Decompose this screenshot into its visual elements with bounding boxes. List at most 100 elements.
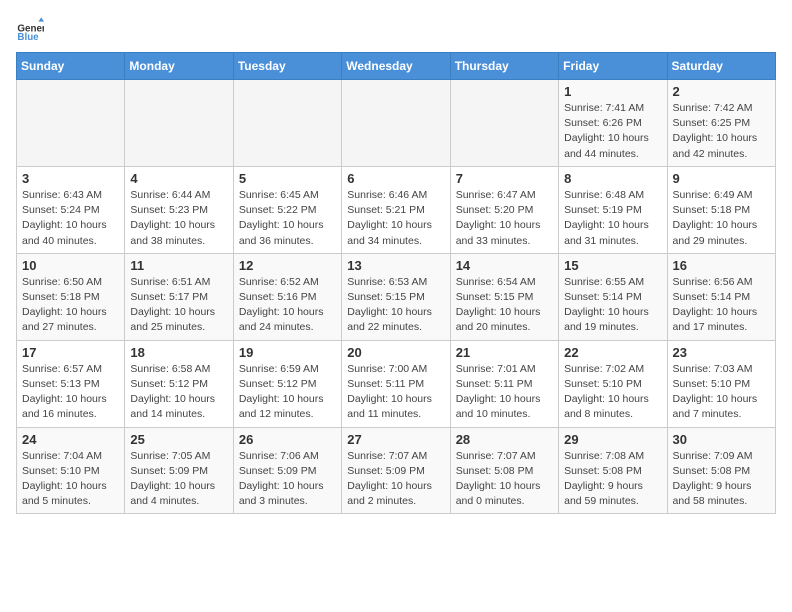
day-number: 3	[22, 171, 119, 186]
day-detail: Sunrise: 6:52 AM Sunset: 5:16 PM Dayligh…	[239, 275, 336, 336]
day-detail: Sunrise: 6:44 AM Sunset: 5:23 PM Dayligh…	[130, 188, 227, 249]
calendar-cell: 27 Sunrise: 7:07 AM Sunset: 5:09 PM Dayli…	[342, 427, 450, 514]
calendar-cell: 20 Sunrise: 7:00 AM Sunset: 5:11 PM Dayli…	[342, 340, 450, 427]
day-detail: Sunrise: 6:43 AM Sunset: 5:24 PM Dayligh…	[22, 188, 119, 249]
day-detail: Sunrise: 6:45 AM Sunset: 5:22 PM Dayligh…	[239, 188, 336, 249]
calendar-cell: 3 Sunrise: 6:43 AM Sunset: 5:24 PM Daylig…	[17, 166, 125, 253]
day-number: 15	[564, 258, 661, 273]
calendar-cell: 26 Sunrise: 7:06 AM Sunset: 5:09 PM Dayli…	[233, 427, 341, 514]
day-detail: Sunrise: 6:48 AM Sunset: 5:19 PM Dayligh…	[564, 188, 661, 249]
day-number: 29	[564, 432, 661, 447]
weekday-header-row: SundayMondayTuesdayWednesdayThursdayFrid…	[17, 53, 776, 80]
day-number: 25	[130, 432, 227, 447]
day-detail: Sunrise: 7:07 AM Sunset: 5:09 PM Dayligh…	[347, 449, 444, 510]
calendar-week-5: 24Sunrise: 7:04 AM Sunset: 5:10 PM Dayli…	[17, 427, 776, 514]
calendar-cell: 16Sunrise: 6:56 AM Sunset: 5:14 PM Dayli…	[667, 253, 775, 340]
calendar-cell: 15 Sunrise: 6:55 AM Sunset: 5:14 PM Dayli…	[559, 253, 667, 340]
calendar-cell: 4 Sunrise: 6:44 AM Sunset: 5:23 PM Daylig…	[125, 166, 233, 253]
day-detail: Sunrise: 7:03 AM Sunset: 5:10 PM Dayligh…	[673, 362, 770, 423]
day-detail: Sunrise: 6:57 AM Sunset: 5:13 PM Dayligh…	[22, 362, 119, 423]
calendar-cell: 25 Sunrise: 7:05 AM Sunset: 5:09 PM Dayli…	[125, 427, 233, 514]
day-number: 6	[347, 171, 444, 186]
day-number: 7	[456, 171, 553, 186]
calendar-cell: 9Sunrise: 6:49 AM Sunset: 5:18 PM Daylig…	[667, 166, 775, 253]
day-number: 26	[239, 432, 336, 447]
day-detail: Sunrise: 6:50 AM Sunset: 5:18 PM Dayligh…	[22, 275, 119, 336]
calendar-cell: 29 Sunrise: 7:08 AM Sunset: 5:08 PM Dayli…	[559, 427, 667, 514]
day-detail: Sunrise: 6:55 AM Sunset: 5:14 PM Dayligh…	[564, 275, 661, 336]
day-detail: Sunrise: 7:04 AM Sunset: 5:10 PM Dayligh…	[22, 449, 119, 510]
day-detail: Sunrise: 7:07 AM Sunset: 5:08 PM Dayligh…	[456, 449, 553, 510]
day-number: 19	[239, 345, 336, 360]
calendar-cell: 13Sunrise: 6:53 AM Sunset: 5:15 PM Dayli…	[342, 253, 450, 340]
calendar-cell: 5 Sunrise: 6:45 AM Sunset: 5:22 PM Daylig…	[233, 166, 341, 253]
calendar-cell: 2Sunrise: 7:42 AM Sunset: 6:25 PM Daylig…	[667, 80, 775, 167]
svg-text:Blue: Blue	[17, 32, 39, 43]
day-detail: Sunrise: 7:05 AM Sunset: 5:09 PM Dayligh…	[130, 449, 227, 510]
weekday-header-thursday: Thursday	[450, 53, 558, 80]
day-number: 10	[22, 258, 119, 273]
day-detail: Sunrise: 7:06 AM Sunset: 5:09 PM Dayligh…	[239, 449, 336, 510]
day-detail: Sunrise: 7:00 AM Sunset: 5:11 PM Dayligh…	[347, 362, 444, 423]
calendar-cell: 18Sunrise: 6:58 AM Sunset: 5:12 PM Dayli…	[125, 340, 233, 427]
logo: General Blue	[16, 16, 44, 44]
day-number: 20	[347, 345, 444, 360]
logo-icon: General Blue	[16, 16, 44, 44]
day-number: 5	[239, 171, 336, 186]
day-number: 14	[456, 258, 553, 273]
day-number: 11	[130, 258, 227, 273]
calendar-cell	[450, 80, 558, 167]
weekday-header-tuesday: Tuesday	[233, 53, 341, 80]
calendar-cell: 1 Sunrise: 7:41 AM Sunset: 6:26 PM Daylig…	[559, 80, 667, 167]
calendar-cell: 21 Sunrise: 7:01 AM Sunset: 5:11 PM Dayli…	[450, 340, 558, 427]
day-number: 12	[239, 258, 336, 273]
day-detail: Sunrise: 7:09 AM Sunset: 5:08 PM Dayligh…	[673, 449, 770, 510]
page-header: General Blue	[16, 16, 776, 44]
calendar-cell	[342, 80, 450, 167]
calendar-cell	[233, 80, 341, 167]
weekday-header-sunday: Sunday	[17, 53, 125, 80]
day-number: 27	[347, 432, 444, 447]
day-number: 1	[564, 84, 661, 99]
calendar-table: SundayMondayTuesdayWednesdayThursdayFrid…	[16, 52, 776, 514]
calendar-week-1: 1 Sunrise: 7:41 AM Sunset: 6:26 PM Daylig…	[17, 80, 776, 167]
weekday-header-monday: Monday	[125, 53, 233, 80]
calendar-week-3: 10 Sunrise: 6:50 AM Sunset: 5:18 PM Dayli…	[17, 253, 776, 340]
calendar-cell: 30 Sunrise: 7:09 AM Sunset: 5:08 PM Dayli…	[667, 427, 775, 514]
calendar-cell: 28 Sunrise: 7:07 AM Sunset: 5:08 PM Dayli…	[450, 427, 558, 514]
calendar-cell: 14 Sunrise: 6:54 AM Sunset: 5:15 PM Dayli…	[450, 253, 558, 340]
calendar-cell: 17 Sunrise: 6:57 AM Sunset: 5:13 PM Dayli…	[17, 340, 125, 427]
weekday-header-wednesday: Wednesday	[342, 53, 450, 80]
calendar-cell: 23Sunrise: 7:03 AM Sunset: 5:10 PM Dayli…	[667, 340, 775, 427]
day-number: 28	[456, 432, 553, 447]
weekday-header-friday: Friday	[559, 53, 667, 80]
day-number: 30	[673, 432, 770, 447]
calendar-body: 1 Sunrise: 7:41 AM Sunset: 6:26 PM Daylig…	[17, 80, 776, 514]
calendar-week-2: 3 Sunrise: 6:43 AM Sunset: 5:24 PM Daylig…	[17, 166, 776, 253]
day-detail: Sunrise: 6:49 AM Sunset: 5:18 PM Dayligh…	[673, 188, 770, 249]
calendar-cell: 8 Sunrise: 6:48 AM Sunset: 5:19 PM Daylig…	[559, 166, 667, 253]
day-detail: Sunrise: 6:56 AM Sunset: 5:14 PM Dayligh…	[673, 275, 770, 336]
calendar-cell: 19Sunrise: 6:59 AM Sunset: 5:12 PM Dayli…	[233, 340, 341, 427]
weekday-header-saturday: Saturday	[667, 53, 775, 80]
calendar-cell: 12 Sunrise: 6:52 AM Sunset: 5:16 PM Dayli…	[233, 253, 341, 340]
day-detail: Sunrise: 7:41 AM Sunset: 6:26 PM Dayligh…	[564, 101, 661, 162]
day-number: 21	[456, 345, 553, 360]
day-detail: Sunrise: 6:54 AM Sunset: 5:15 PM Dayligh…	[456, 275, 553, 336]
day-number: 17	[22, 345, 119, 360]
day-detail: Sunrise: 6:53 AM Sunset: 5:15 PM Dayligh…	[347, 275, 444, 336]
day-detail: Sunrise: 7:01 AM Sunset: 5:11 PM Dayligh…	[456, 362, 553, 423]
calendar-header: SundayMondayTuesdayWednesdayThursdayFrid…	[17, 53, 776, 80]
calendar-cell: 10 Sunrise: 6:50 AM Sunset: 5:18 PM Dayli…	[17, 253, 125, 340]
calendar-cell: 24Sunrise: 7:04 AM Sunset: 5:10 PM Dayli…	[17, 427, 125, 514]
calendar-cell: 7Sunrise: 6:47 AM Sunset: 5:20 PM Daylig…	[450, 166, 558, 253]
day-number: 4	[130, 171, 227, 186]
calendar-cell: 11Sunrise: 6:51 AM Sunset: 5:17 PM Dayli…	[125, 253, 233, 340]
day-number: 18	[130, 345, 227, 360]
calendar-cell: 6Sunrise: 6:46 AM Sunset: 5:21 PM Daylig…	[342, 166, 450, 253]
day-detail: Sunrise: 7:02 AM Sunset: 5:10 PM Dayligh…	[564, 362, 661, 423]
calendar-cell	[125, 80, 233, 167]
day-detail: Sunrise: 7:08 AM Sunset: 5:08 PM Dayligh…	[564, 449, 661, 510]
day-number: 22	[564, 345, 661, 360]
day-number: 8	[564, 171, 661, 186]
